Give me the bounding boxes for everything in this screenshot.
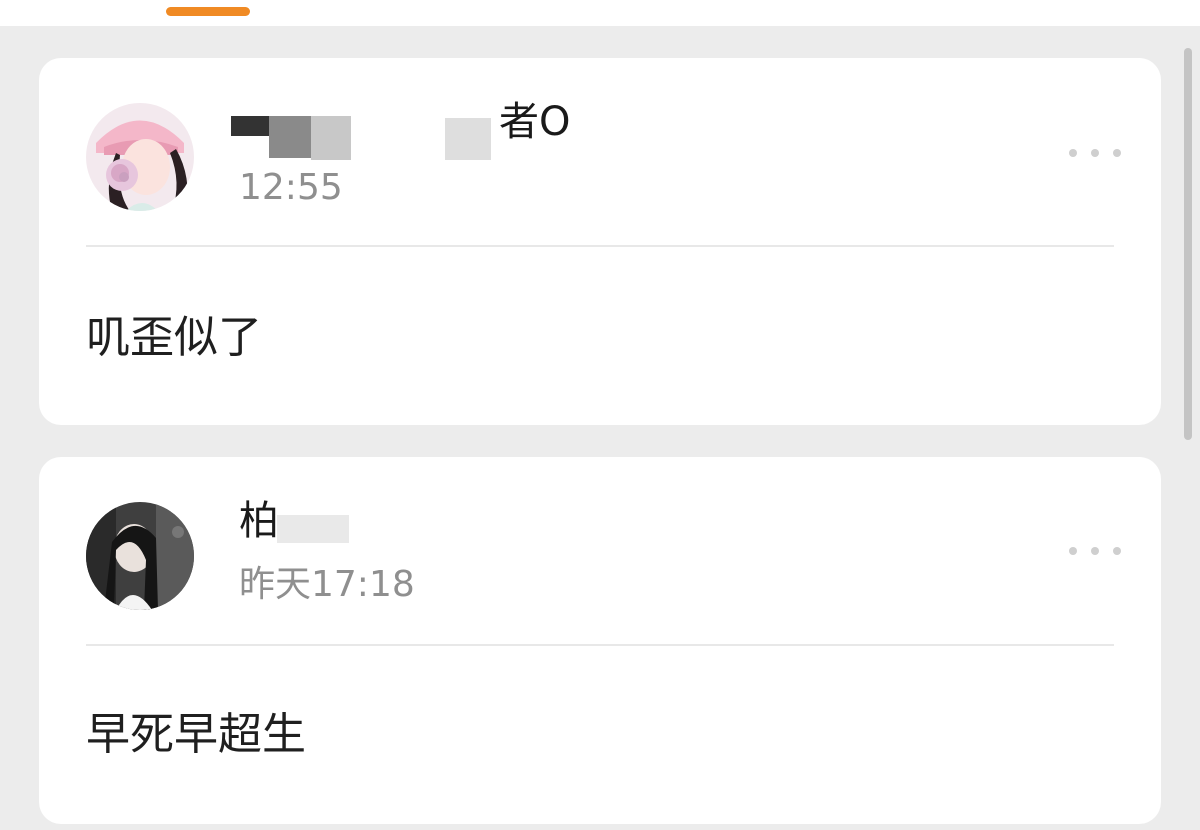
more-dot-icon	[1113, 149, 1121, 157]
divider	[86, 245, 1114, 247]
redacted-username-part	[445, 118, 491, 160]
username[interactable]: 者O	[499, 98, 570, 146]
user-avatar-long-hair-icon[interactable]	[86, 502, 194, 610]
user-avatar-girl-cap-icon[interactable]	[86, 103, 194, 211]
redacted-username-part	[311, 116, 351, 160]
comment-text: 叽歪似了	[86, 312, 262, 363]
more-dot-icon	[1069, 547, 1077, 555]
username[interactable]: 柏	[239, 497, 279, 545]
more-options-button[interactable]	[1069, 536, 1121, 566]
scrollbar[interactable]	[1184, 48, 1192, 440]
more-dot-icon	[1091, 547, 1099, 555]
redacted-username-part	[277, 515, 349, 543]
divider	[86, 644, 1114, 646]
timestamp: 12:55	[239, 167, 343, 208]
comment-card: 柏 昨天17:18 早死早超生	[39, 457, 1161, 824]
more-dot-icon	[1069, 149, 1077, 157]
timestamp: 昨天17:18	[239, 564, 415, 605]
comment-card: 者O 12:55 叽歪似了	[39, 58, 1161, 425]
more-dot-icon	[1091, 149, 1099, 157]
active-tab-indicator	[166, 7, 250, 16]
more-options-button[interactable]	[1069, 138, 1121, 168]
more-dot-icon	[1113, 547, 1121, 555]
redacted-username-part	[231, 116, 271, 136]
comment-text: 早死早超生	[86, 709, 306, 760]
redacted-username-part	[269, 116, 311, 158]
